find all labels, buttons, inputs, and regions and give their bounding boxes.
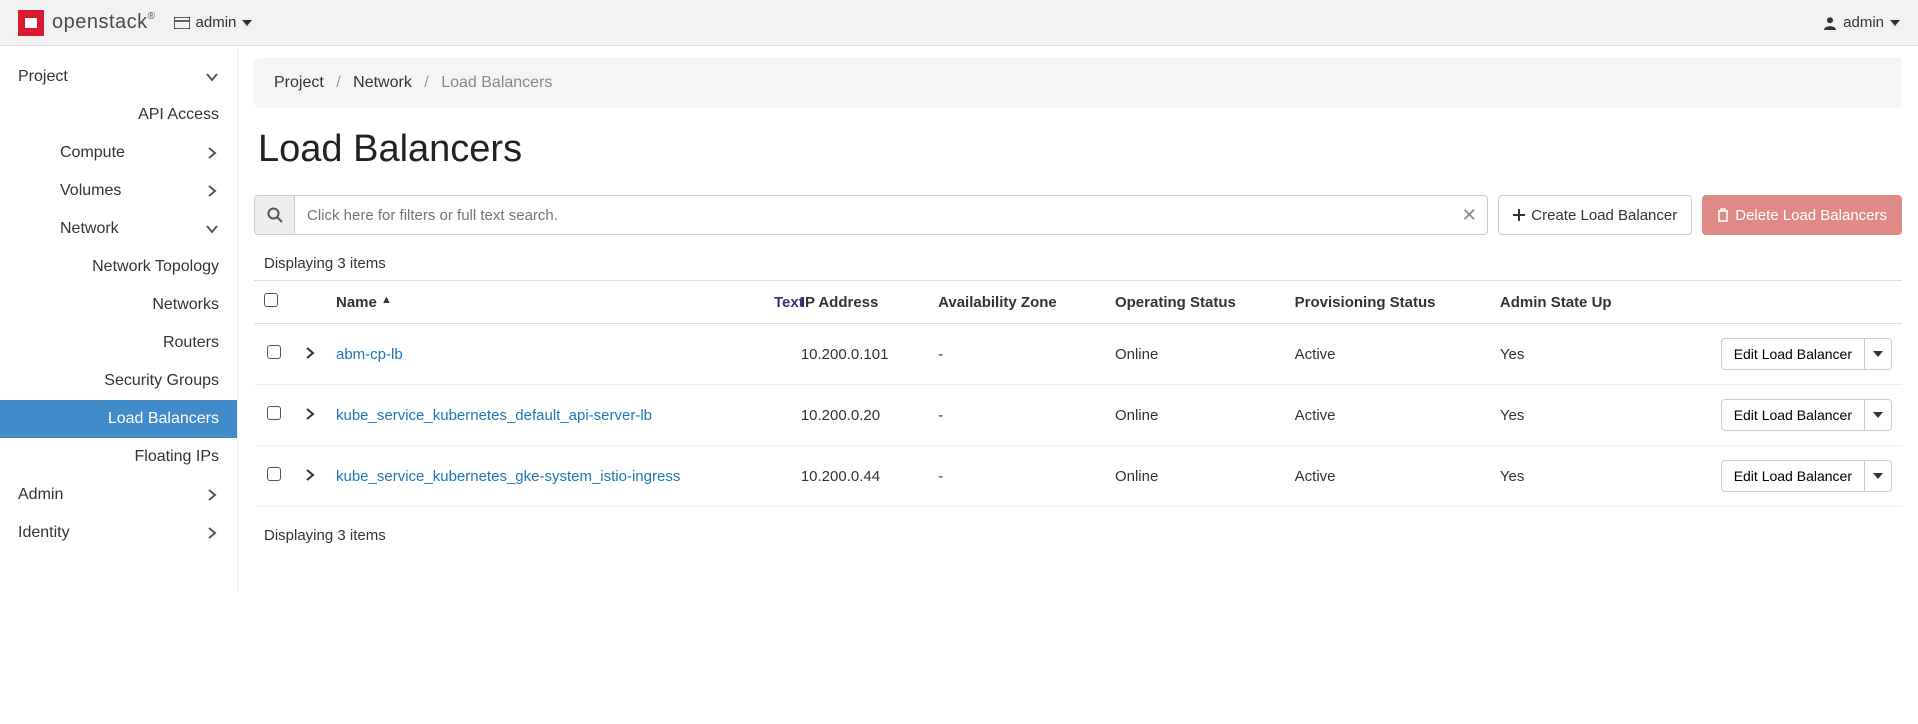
table-header-row: Name ▲ IP Address Availability Zone Oper… — [254, 281, 1902, 324]
user-icon — [1823, 16, 1837, 30]
user-menu[interactable]: admin — [1823, 14, 1900, 31]
lb-ip: 10.200.0.101 — [791, 324, 928, 385]
edit-load-balancer-button[interactable]: Edit Load Balancer — [1721, 399, 1865, 431]
nav-group-admin[interactable]: Admin — [0, 476, 237, 514]
chevron-right-icon — [205, 526, 219, 540]
row-checkbox[interactable] — [267, 345, 281, 359]
topbar: openstack® admin admin — [0, 0, 1918, 46]
search-input[interactable] — [295, 196, 1451, 234]
breadcrumb-sep: / — [328, 74, 348, 91]
nav-group-network[interactable]: Network — [0, 210, 237, 248]
table-row: abm-cp-lb 10.200.0.101 - Online Active Y… — [254, 324, 1902, 385]
main: Project / Network / Load Balancers Load … — [238, 46, 1918, 592]
lb-ip: 10.200.0.20 — [791, 385, 928, 446]
col-prov-status[interactable]: Provisioning Status — [1285, 281, 1490, 324]
annotation-label: Text — [774, 294, 804, 311]
chevron-down-icon — [205, 70, 219, 84]
search-clear[interactable]: ✕ — [1451, 196, 1487, 234]
sort-asc-icon: ▲ — [381, 294, 392, 306]
chevron-right-icon — [205, 146, 219, 160]
nav-group-volumes[interactable]: Volumes — [0, 172, 237, 210]
edit-load-balancer-button[interactable]: Edit Load Balancer — [1721, 338, 1865, 370]
nav-group-compute[interactable]: Compute — [0, 134, 237, 172]
breadcrumb-current: Load Balancers — [441, 74, 552, 91]
breadcrumb: Project / Network / Load Balancers — [254, 58, 1902, 108]
delete-load-balancers-button[interactable]: Delete Load Balancers — [1702, 195, 1902, 235]
row-actions-dropdown[interactable] — [1865, 460, 1892, 492]
project-selector[interactable]: admin — [174, 14, 253, 31]
lb-prov-status: Active — [1285, 324, 1490, 385]
project-label: admin — [196, 14, 237, 31]
lb-az: - — [928, 324, 1105, 385]
table-row: kube_service_kubernetes_gke-system_istio… — [254, 446, 1902, 507]
nav-network-topology[interactable]: Network Topology — [0, 248, 237, 286]
nav-group-project[interactable]: Project — [0, 58, 237, 96]
lb-ip: 10.200.0.44 — [791, 446, 928, 507]
row-checkbox[interactable] — [267, 406, 281, 420]
toolbar: ✕ Create Load Balancer Delete Load Balan… — [254, 195, 1902, 235]
create-load-balancer-button[interactable]: Create Load Balancer — [1498, 195, 1692, 235]
lb-admin-state: Yes — [1490, 385, 1658, 446]
domain-icon — [174, 17, 190, 29]
nav-load-balancers[interactable]: Load Balancers — [0, 400, 237, 438]
lb-op-status: Online — [1105, 324, 1285, 385]
lb-name-link[interactable]: kube_service_kubernetes_gke-system_istio… — [336, 468, 680, 485]
topbar-left: openstack® admin — [18, 10, 252, 36]
lb-az: - — [928, 385, 1105, 446]
nav-api-access[interactable]: API Access — [0, 96, 237, 134]
sidebar: Project API Access Compute Volumes Netwo… — [0, 46, 238, 592]
search-box: ✕ — [254, 195, 1488, 235]
search-button[interactable] — [255, 196, 295, 234]
load-balancer-table: Name ▲ IP Address Availability Zone Oper… — [254, 280, 1902, 507]
lb-op-status: Online — [1105, 446, 1285, 507]
row-actions-dropdown[interactable] — [1865, 338, 1892, 370]
trash-icon — [1717, 208, 1729, 222]
nav-security-groups[interactable]: Security Groups — [0, 362, 237, 400]
row-actions-dropdown[interactable] — [1865, 399, 1892, 431]
col-ip[interactable]: IP Address — [791, 281, 928, 324]
col-az[interactable]: Availability Zone — [928, 281, 1105, 324]
lb-name-link[interactable]: abm-cp-lb — [336, 346, 403, 363]
lb-name-link[interactable]: kube_service_kubernetes_default_api-serv… — [336, 407, 652, 424]
col-name[interactable]: Name ▲ — [326, 281, 791, 324]
breadcrumb-network[interactable]: Network — [353, 74, 412, 91]
lb-prov-status: Active — [1285, 446, 1490, 507]
chevron-down-icon — [205, 222, 219, 236]
item-count-top: Displaying 3 items — [264, 255, 1902, 272]
chevron-right-icon — [205, 488, 219, 502]
openstack-logo-icon — [18, 10, 44, 36]
chevron-right-icon — [205, 184, 219, 198]
lb-prov-status: Active — [1285, 385, 1490, 446]
col-admin-state[interactable]: Admin State Up — [1490, 281, 1658, 324]
edit-load-balancer-button[interactable]: Edit Load Balancer — [1721, 460, 1865, 492]
expand-row-icon[interactable] — [304, 408, 316, 420]
close-icon: ✕ — [1462, 205, 1477, 226]
breadcrumb-sep: / — [416, 74, 436, 91]
page-title: Load Balancers — [258, 128, 1902, 171]
lb-op-status: Online — [1105, 385, 1285, 446]
lb-admin-state: Yes — [1490, 324, 1658, 385]
search-icon — [267, 207, 283, 223]
brand[interactable]: openstack® — [18, 10, 156, 36]
user-label: admin — [1843, 14, 1884, 31]
caret-down-icon — [1890, 20, 1900, 26]
table-row: kube_service_kubernetes_default_api-serv… — [254, 385, 1902, 446]
breadcrumb-project[interactable]: Project — [274, 74, 324, 91]
plus-icon — [1513, 209, 1525, 221]
nav-floating-ips[interactable]: Floating IPs — [0, 438, 237, 476]
row-checkbox[interactable] — [267, 467, 281, 481]
select-all-checkbox[interactable] — [264, 293, 278, 307]
lb-admin-state: Yes — [1490, 446, 1658, 507]
expand-row-icon[interactable] — [304, 469, 316, 481]
expand-row-icon[interactable] — [304, 347, 316, 359]
nav-networks[interactable]: Networks — [0, 286, 237, 324]
caret-down-icon — [242, 20, 252, 26]
item-count-bottom: Displaying 3 items — [264, 527, 1902, 544]
nav-routers[interactable]: Routers — [0, 324, 237, 362]
lb-az: - — [928, 446, 1105, 507]
brand-text: openstack® — [52, 11, 156, 34]
col-op-status[interactable]: Operating Status — [1105, 281, 1285, 324]
nav-group-identity[interactable]: Identity — [0, 514, 237, 552]
